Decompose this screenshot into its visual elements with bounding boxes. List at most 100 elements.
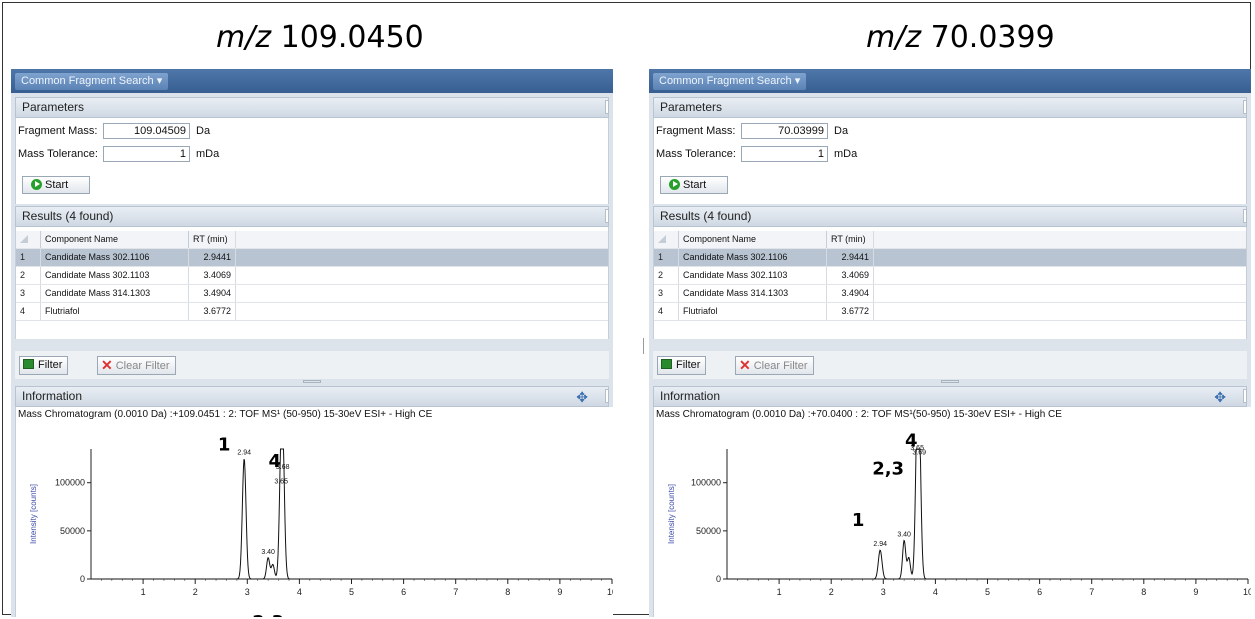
table-row[interactable]: 4 Flutriafol 3.6772 (16, 303, 608, 321)
clear-icon: ✕ (101, 357, 113, 373)
x-tick-label: 5 (349, 587, 354, 597)
start-button[interactable]: Start (660, 176, 728, 194)
filter-toolbar: Filter ✕ Clear Filter (15, 351, 609, 379)
select-all-corner-icon[interactable] (20, 235, 28, 243)
row-number: 4 (658, 306, 664, 316)
row-number: 2 (20, 270, 26, 280)
panel-toolbar: Common Fragment Search ▾ (11, 69, 613, 93)
column-header-component-name[interactable]: Component Name (678, 231, 826, 248)
row-number: 3 (20, 288, 26, 298)
peak-rt-label: 3.40 (897, 531, 911, 538)
results-table: Component Name RT (min) 1 Candidate Mass… (15, 227, 609, 339)
information-header[interactable]: Information ✥ (653, 386, 1247, 407)
common-fragment-search-menu[interactable]: Common Fragment Search ▾ (653, 73, 807, 90)
x-tick-label: 6 (1037, 587, 1042, 597)
fragment-mass-input[interactable]: 109.04509 (103, 123, 190, 139)
x-tick-label: 10 (1243, 587, 1251, 597)
chromatogram-chart: 1 2 3 4 5 6 7 8 9 10 0 50000 100000 Intensity [counts… (667, 431, 1251, 597)
rt-cell: 3.4904 (188, 285, 236, 302)
x-tick-label: 8 (1141, 587, 1146, 597)
information-title: Information (22, 389, 83, 403)
parameters-title: Parameters (660, 100, 723, 114)
start-button[interactable]: Start (22, 176, 90, 194)
peak-rt-label: 2.94 (237, 450, 251, 457)
start-label: Start (45, 179, 69, 191)
select-all-corner-icon[interactable] (658, 235, 666, 243)
x-tick-label: 3 (245, 587, 250, 597)
heading-mz: m/z (216, 20, 272, 55)
section-grip (1243, 389, 1247, 403)
column-header-component-name[interactable]: Component Name (40, 231, 188, 248)
rt-cell: 3.6772 (188, 303, 236, 320)
row-number: 3 (658, 288, 664, 298)
move-icon[interactable]: ✥ (1214, 388, 1226, 407)
chromatogram-area: Mass Chromatogram (0.0010 Da) :+109.0451… (15, 407, 613, 617)
rt-cell: 2.9441 (188, 249, 236, 266)
table-row[interactable]: 3 Candidate Mass 314.1303 3.4904 (654, 285, 1246, 303)
component-name-cell: Candidate Mass 302.1103 (40, 267, 188, 284)
y-tick-label: 50000 (60, 526, 85, 536)
y-tick-label: 100000 (55, 478, 85, 488)
rt-cell: 3.4904 (826, 285, 874, 302)
filter-label: Filter (676, 359, 701, 371)
parameters-title: Parameters (22, 100, 85, 114)
mass-tolerance-input[interactable]: 1 (741, 146, 828, 162)
table-row[interactable]: 2 Candidate Mass 302.1103 3.4069 (654, 267, 1246, 285)
filter-icon (23, 359, 34, 369)
section-grip (605, 389, 609, 403)
peak-annotation: 2,3 (872, 458, 904, 479)
x-tick-label: 7 (1089, 587, 1094, 597)
table-row[interactable]: 4 Flutriafol 3.6772 (654, 303, 1246, 321)
results-table: Component Name RT (min) 1 Candidate Mass… (653, 227, 1247, 339)
mass-tolerance-label: Mass Tolerance: (18, 148, 98, 160)
fragment-search-panel-right: Common Fragment Search ▾ Parameters Frag… (649, 69, 1251, 617)
rt-cell: 2.9441 (826, 249, 874, 266)
results-header[interactable]: Results (4 found) (15, 206, 609, 227)
x-tick-label: 1 (141, 587, 146, 597)
parameters-header[interactable]: Parameters (653, 97, 1247, 118)
row-number: 1 (20, 252, 26, 262)
peak-rt-label: 2.94 (873, 541, 887, 548)
component-name-cell: Candidate Mass 314.1303 (40, 285, 188, 302)
table-row[interactable]: 2 Candidate Mass 302.1103 3.4069 (16, 267, 608, 285)
x-tick-label: 9 (557, 587, 562, 597)
x-tick-label: 3 (881, 587, 886, 597)
mass-tolerance-unit: mDa (834, 148, 858, 160)
column-header-rt[interactable]: RT (min) (826, 231, 874, 248)
component-name-cell: Candidate Mass 302.1106 (40, 249, 188, 266)
table-row[interactable]: 3 Candidate Mass 314.1303 3.4904 (16, 285, 608, 303)
section-grip (1243, 100, 1247, 114)
row-number: 1 (658, 252, 664, 262)
chromatogram-chart: 1 2 3 4 5 6 7 8 9 10 0 50000 100000 Intensity [counts… (29, 435, 613, 617)
mass-tolerance-input[interactable]: 1 (103, 146, 190, 162)
section-grip (605, 209, 609, 223)
fragment-mass-input[interactable]: 70.03999 (741, 123, 828, 139)
clear-filter-label: Clear Filter (753, 360, 808, 372)
clear-filter-button[interactable]: ✕ Clear Filter (97, 356, 176, 375)
component-name-cell: Candidate Mass 314.1303 (678, 285, 826, 302)
filter-button[interactable]: Filter (657, 356, 707, 375)
y-axis-label: Intensity [counts] (29, 484, 38, 544)
panel-splitter[interactable] (653, 379, 1247, 385)
heading-mz: m/z (866, 20, 922, 55)
splitter-grip-icon (303, 380, 321, 383)
information-header[interactable]: Information ✥ (15, 386, 609, 407)
peak-annotation: 1 (852, 510, 865, 531)
panel-splitter[interactable] (15, 379, 609, 385)
component-name-cell: Candidate Mass 302.1106 (678, 249, 826, 266)
clear-filter-button[interactable]: ✕ Clear Filter (735, 356, 814, 375)
table-row[interactable]: 1 Candidate Mass 302.1106 2.9441 (16, 249, 608, 267)
start-label: Start (683, 179, 707, 191)
results-header[interactable]: Results (4 found) (653, 206, 1247, 227)
x-tick-label: 10 (607, 587, 613, 597)
move-icon[interactable]: ✥ (576, 388, 588, 407)
filter-button[interactable]: Filter (19, 356, 69, 375)
information-title: Information (660, 389, 721, 403)
parameters-header[interactable]: Parameters (15, 97, 609, 118)
table-row[interactable]: 1 Candidate Mass 302.1106 2.9441 (654, 249, 1246, 267)
filter-toolbar: Filter ✕ Clear Filter (653, 351, 1247, 379)
common-fragment-search-menu[interactable]: Common Fragment Search ▾ (15, 73, 169, 90)
parameters-body: Fragment Mass: 70.03999 Da Mass Toleranc… (653, 118, 1247, 204)
fragment-mass-unit: Da (196, 125, 211, 137)
column-header-rt[interactable]: RT (min) (188, 231, 236, 248)
